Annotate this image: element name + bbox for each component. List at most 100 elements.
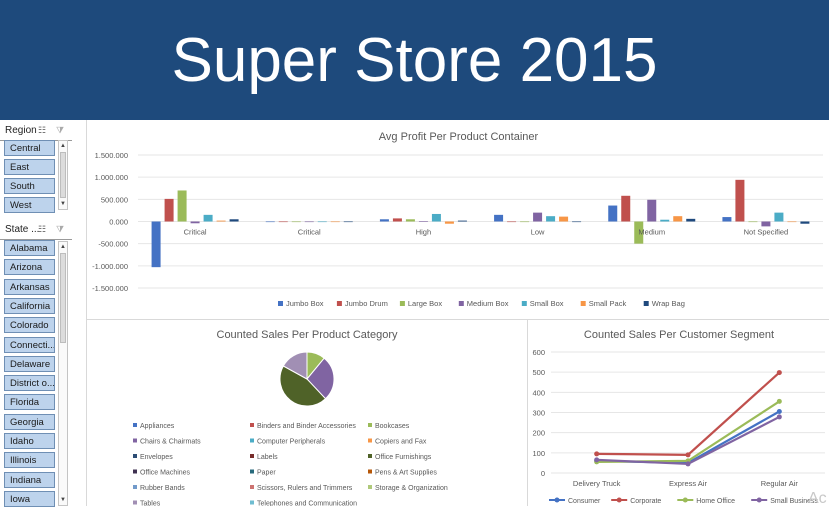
y-tick-label: 1.000.000 xyxy=(95,173,128,182)
bar[interactable] xyxy=(278,221,288,223)
data-point[interactable] xyxy=(594,457,600,463)
slicer-item-state[interactable]: Colorado xyxy=(4,317,55,334)
bar[interactable] xyxy=(304,221,314,223)
bar[interactable] xyxy=(190,221,200,224)
slicer-item-state[interactable]: Iowa xyxy=(4,490,55,507)
legend-swatch xyxy=(133,485,137,489)
chart-title: Avg Profit Per Product Container xyxy=(379,131,539,143)
scroll-thumb[interactable] xyxy=(60,152,66,198)
bar[interactable] xyxy=(216,220,226,222)
slicer-item-state[interactable]: Arizona xyxy=(4,259,55,276)
slicer-item-region[interactable]: East xyxy=(4,159,55,175)
x-tick-label: Medium xyxy=(638,228,665,237)
bar[interactable] xyxy=(546,216,556,222)
state-slicer-title: State ... xyxy=(5,224,40,235)
x-tick-label: Critical xyxy=(184,228,207,237)
bar[interactable] xyxy=(748,221,758,223)
slicer-item-state[interactable]: Idaho xyxy=(4,433,55,449)
sales-segment-chart-panel[interactable]: Counted Sales Per Customer Segment 0 100 20… xyxy=(529,321,829,506)
x-tick-label: Critical xyxy=(298,228,321,237)
multi-select-icon[interactable]: ☷ xyxy=(38,224,46,235)
y-tick-label: 200 xyxy=(532,429,545,438)
data-point[interactable] xyxy=(594,451,600,457)
bar[interactable] xyxy=(379,219,389,222)
scroll-down-icon[interactable]: ▼ xyxy=(59,200,67,208)
bar[interactable] xyxy=(673,216,683,222)
bar[interactable] xyxy=(291,221,301,223)
legend-label: Jumbo Box xyxy=(286,299,324,308)
slicer-item-state[interactable]: Illinois xyxy=(4,452,55,469)
bar[interactable] xyxy=(761,221,771,227)
bar[interactable] xyxy=(330,221,340,223)
data-point[interactable] xyxy=(776,370,782,376)
bar[interactable] xyxy=(418,221,428,222)
bar[interactable] xyxy=(507,221,517,223)
bar[interactable] xyxy=(151,221,161,268)
scroll-up-icon[interactable]: ▲ xyxy=(59,243,67,251)
legend-label: Office Machines xyxy=(140,470,191,477)
bar[interactable] xyxy=(405,219,415,222)
bar[interactable] xyxy=(457,220,467,222)
data-point[interactable] xyxy=(685,461,691,467)
slicer-item-region[interactable]: Central xyxy=(4,140,55,156)
y-tick-label: -1.500.000 xyxy=(92,284,128,293)
bar[interactable] xyxy=(800,221,810,224)
data-point[interactable] xyxy=(776,414,782,420)
legend-swatch xyxy=(756,497,762,503)
scroll-down-icon[interactable]: ▼ xyxy=(59,496,67,504)
legend-label: Storage & Organization xyxy=(375,485,448,492)
data-point[interactable] xyxy=(685,452,691,458)
series-line[interactable] xyxy=(596,371,781,456)
scroll-up-icon[interactable]: ▲ xyxy=(59,142,67,150)
slicer-item-state[interactable]: Georgia xyxy=(4,413,55,430)
bar[interactable] xyxy=(686,218,696,222)
bar[interactable] xyxy=(265,221,275,223)
bar[interactable] xyxy=(444,221,454,224)
slicer-item-state[interactable]: District o... xyxy=(4,375,55,392)
slicer-item-state[interactable]: Indiana xyxy=(4,471,55,488)
slicer-item-state[interactable]: California xyxy=(4,297,55,314)
x-tick-label: Delivery Truck xyxy=(573,479,621,488)
bar[interactable] xyxy=(164,198,174,222)
bar[interactable] xyxy=(559,216,569,222)
bar[interactable] xyxy=(494,214,504,222)
bar[interactable] xyxy=(203,214,213,222)
bar[interactable] xyxy=(647,199,657,222)
bar[interactable] xyxy=(431,213,441,222)
avg-profit-chart-panel[interactable]: Avg Profit Per Product Container 1.500.00… xyxy=(88,122,829,318)
data-point[interactable] xyxy=(776,398,782,404)
bar[interactable] xyxy=(608,205,618,222)
legend-swatch xyxy=(521,301,527,306)
bar[interactable] xyxy=(722,217,732,222)
bar[interactable] xyxy=(520,221,530,223)
multi-select-icon[interactable]: ☷ xyxy=(38,125,46,136)
slicer-item-state[interactable]: Alabama xyxy=(4,240,55,256)
sales-category-chart-panel[interactable]: Counted Sales Per Product Category Applia… xyxy=(88,321,526,508)
bar[interactable] xyxy=(533,212,543,222)
legend-swatch xyxy=(580,301,586,306)
bar[interactable] xyxy=(177,190,187,222)
region-scrollbar[interactable]: ▲ ▼ xyxy=(58,140,68,210)
bar[interactable] xyxy=(392,218,402,222)
bar[interactable] xyxy=(343,221,353,223)
bar[interactable] xyxy=(317,221,327,223)
legend-label: Large Box xyxy=(408,299,442,308)
bar[interactable] xyxy=(572,221,582,223)
data-point[interactable] xyxy=(776,408,782,414)
clear-filter-icon[interactable]: ⧩ xyxy=(56,125,64,136)
bar[interactable] xyxy=(774,212,784,222)
bar[interactable] xyxy=(621,195,631,222)
slicer-item-region[interactable]: South xyxy=(4,178,55,194)
slicer-item-state[interactable]: Connecti... xyxy=(4,336,55,353)
bar[interactable] xyxy=(229,219,239,222)
bar[interactable] xyxy=(660,219,670,222)
clear-filter-icon[interactable]: ⧩ xyxy=(56,224,64,235)
bar[interactable] xyxy=(787,221,797,223)
slicer-item-state[interactable]: Florida xyxy=(4,394,55,411)
state-scrollbar[interactable]: ▲ ▼ xyxy=(58,241,68,506)
slicer-item-state[interactable]: Arkansas xyxy=(4,278,55,295)
scroll-thumb[interactable] xyxy=(60,253,66,343)
slicer-item-region[interactable]: West xyxy=(4,197,55,213)
slicer-item-state[interactable]: Delaware xyxy=(4,355,55,372)
bar[interactable] xyxy=(735,179,745,222)
